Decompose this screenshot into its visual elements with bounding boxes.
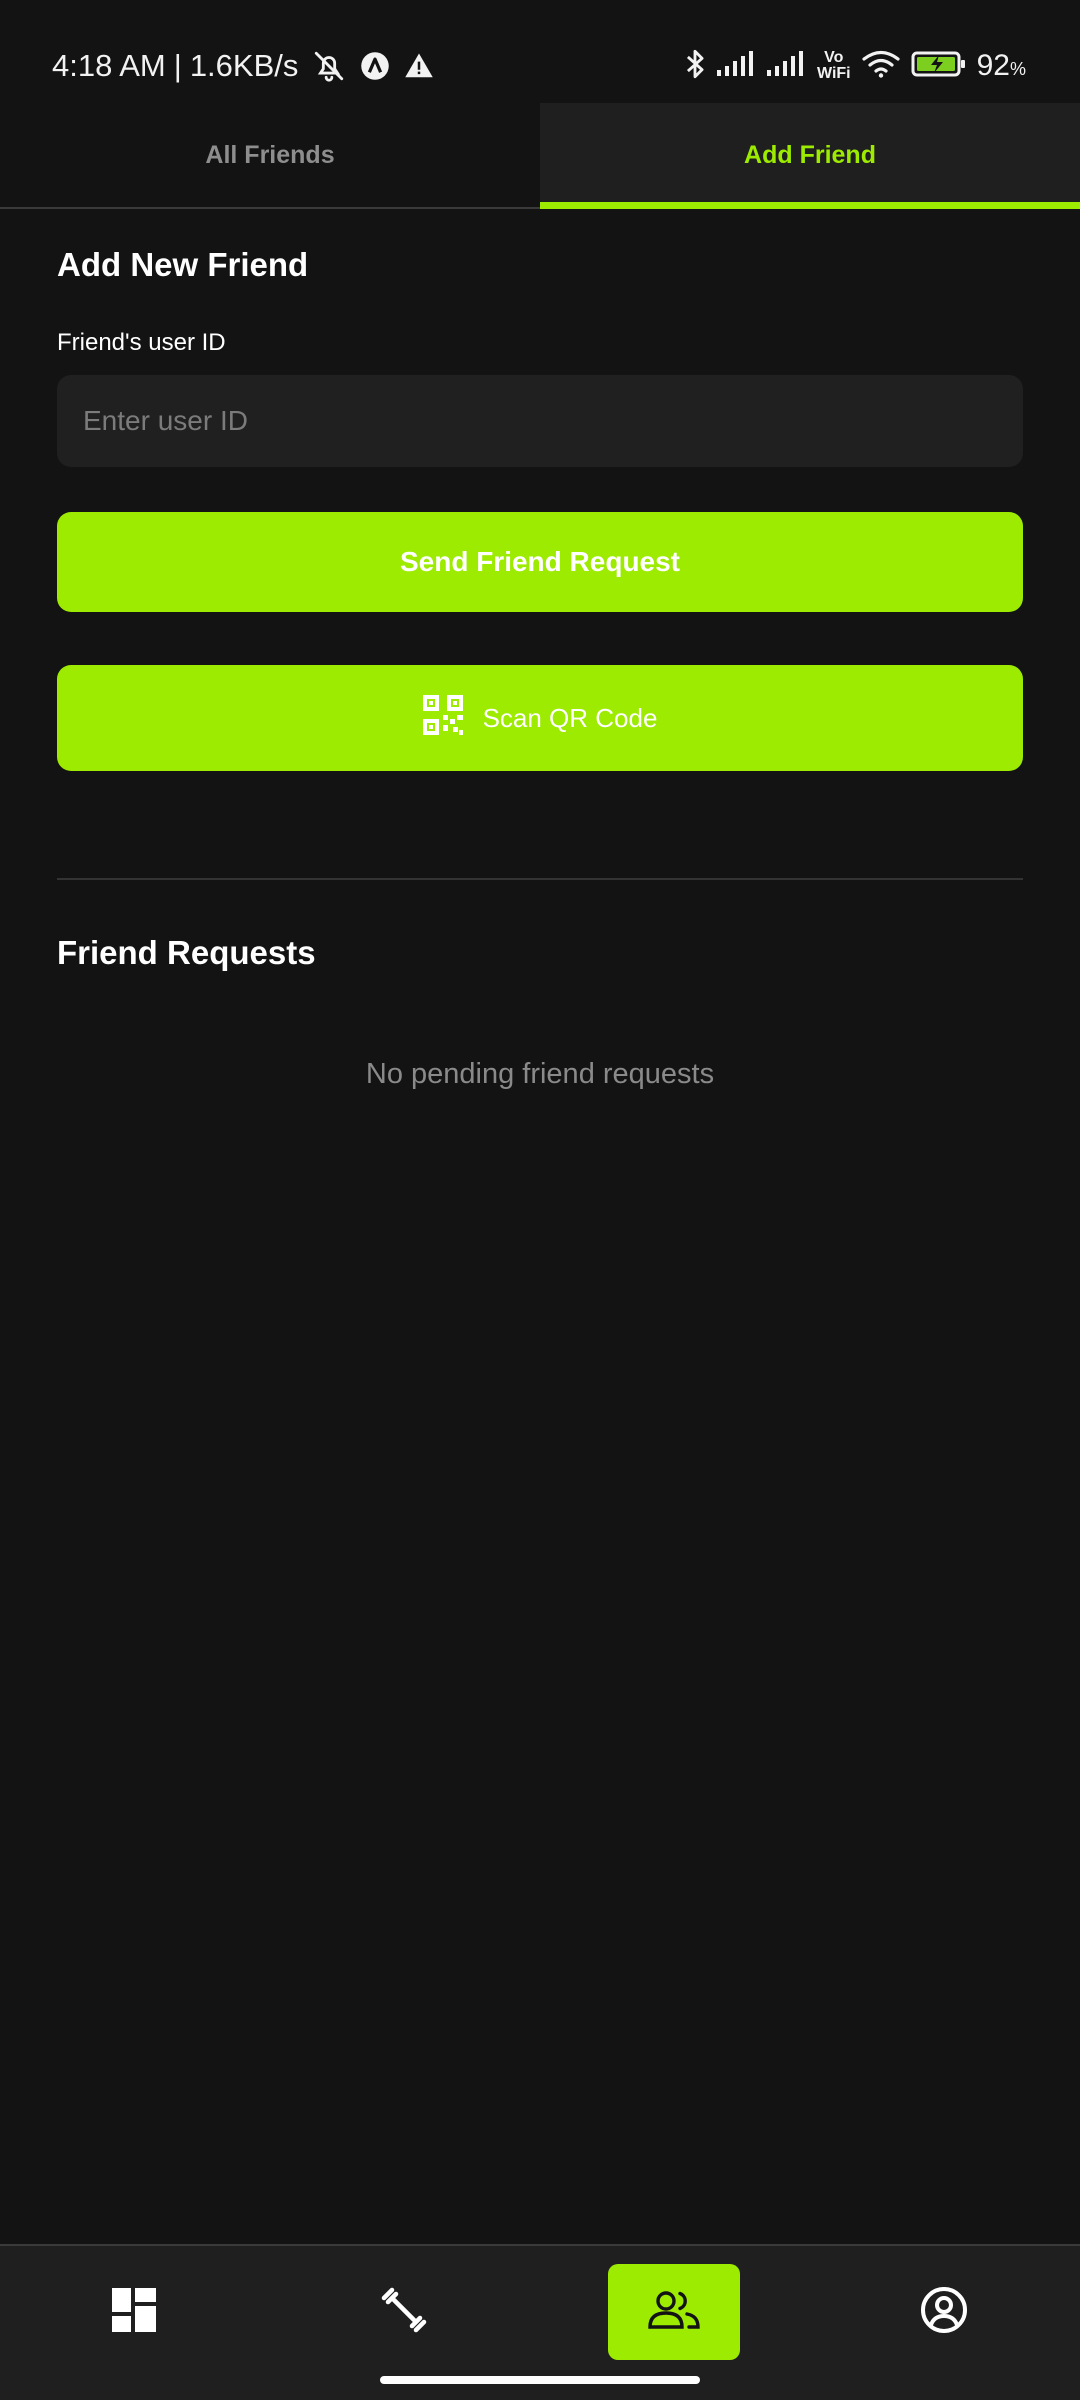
status-network-speed: 1.6KB/s [189, 48, 299, 83]
app-a-icon [360, 51, 390, 81]
nav-profile[interactable] [878, 2264, 1010, 2360]
status-time: 4:18 AM [52, 48, 166, 83]
signal-icon [716, 50, 757, 83]
section-divider [57, 878, 1023, 880]
qr-code-icon [422, 694, 463, 742]
scan-qr-code-button[interactable]: Scan QR Code [57, 665, 1023, 771]
tab-all-friends[interactable]: All Friends [0, 103, 540, 207]
add-friend-title: Add New Friend [57, 246, 309, 283]
home-indicator[interactable] [380, 2376, 700, 2384]
bluetooth-icon [683, 47, 707, 86]
vowifi-label: Vo WiFi [817, 50, 851, 82]
send-friend-request-button[interactable]: Send Friend Request [57, 512, 1023, 612]
battery-value: 92 [976, 49, 1010, 82]
status-separator: | [173, 48, 182, 83]
nav-friends[interactable] [608, 2264, 740, 2360]
app-screen: 4:18 AM | 1.6KB/s Vo WiFi 92% All Friend… [0, 0, 1080, 2400]
user-id-label: Friend's user ID [57, 329, 226, 356]
nav-workouts[interactable] [338, 2264, 470, 2360]
nav-dashboard[interactable] [68, 2264, 200, 2360]
signal-icon [766, 50, 807, 83]
bell-off-icon [312, 49, 346, 83]
dashboard-icon [112, 2287, 156, 2337]
tab-bar: All Friends Add Friend [0, 103, 1080, 209]
vowifi-top: Vo [824, 49, 844, 66]
status-bar: 4:18 AM | 1.6KB/s Vo WiFi 92% [0, 0, 1080, 103]
warning-icon [404, 51, 434, 81]
friends-icon [647, 2289, 701, 2336]
send-friend-request-label: Send Friend Request [399, 546, 681, 577]
tab-label: All Friends [205, 140, 335, 169]
vowifi-bottom: WiFi [816, 65, 851, 82]
scan-qr-code-label: Scan QR Code [482, 702, 658, 733]
tab-label: Add Friend [744, 140, 876, 169]
tab-add-friend[interactable]: Add Friend [540, 103, 1080, 209]
battery-unit: % [1009, 59, 1026, 79]
profile-icon [920, 2286, 968, 2339]
battery-charging-icon [911, 49, 967, 84]
status-left: 4:18 AM | 1.6KB/s [52, 44, 434, 88]
wifi-icon [861, 49, 901, 84]
user-id-input[interactable] [57, 375, 1023, 467]
dumbbell-icon [380, 2286, 428, 2339]
friend-requests-title: Friend Requests [57, 934, 316, 971]
empty-requests-message: No pending friend requests [365, 1058, 715, 1090]
status-right: Vo WiFi 92% [683, 44, 1026, 88]
battery-percent: 92% [977, 49, 1026, 83]
